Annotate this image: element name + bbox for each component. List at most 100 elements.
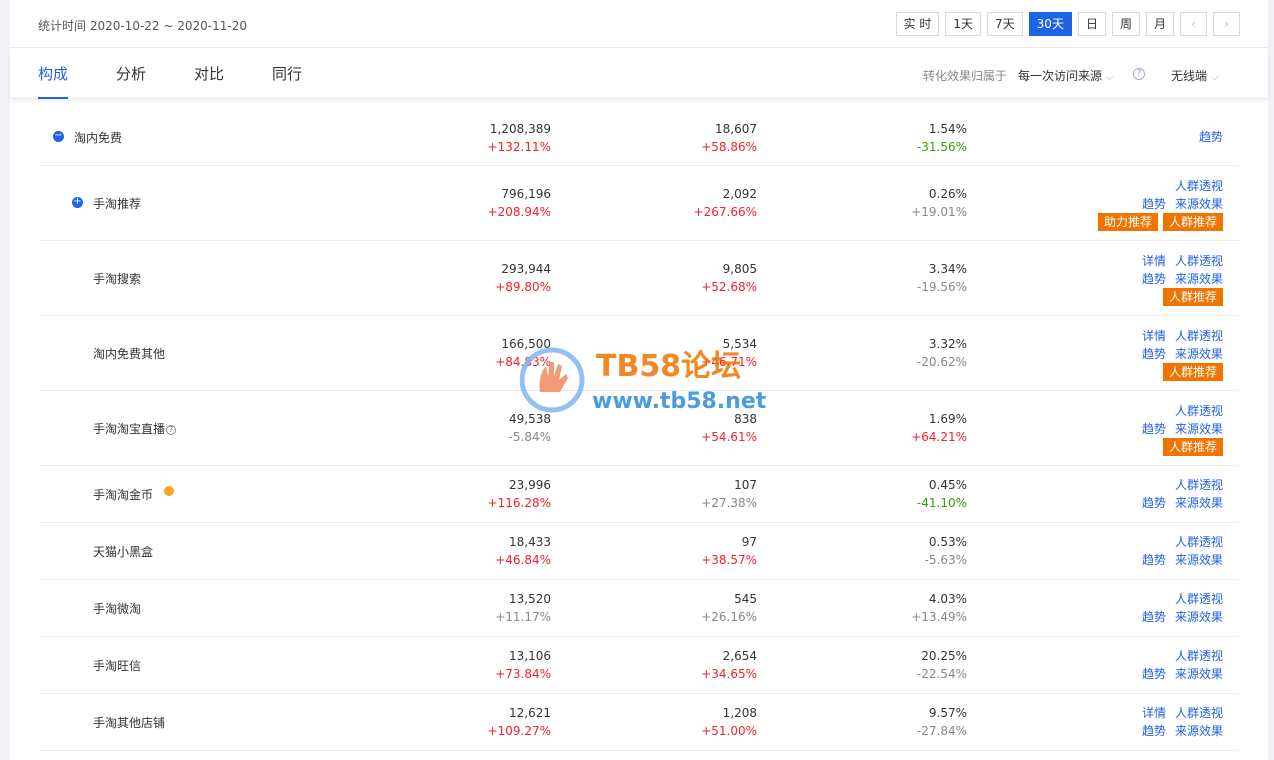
- tab-analysis[interactable]: 分析: [116, 49, 146, 99]
- visitors-cell: 1,208,389 +132.11%: [488, 120, 551, 156]
- crowd-recommend-button[interactable]: 人群推荐: [1162, 438, 1223, 456]
- visitors-value: 796,196: [501, 187, 551, 201]
- table-row: + 手淘推荐 796,196 +208.94% 2,092 +267.66% 0.2…: [40, 166, 1239, 241]
- table-row: 手淘其他店铺 12,621 +109.27% 1,208 +51.00% 9.57%…: [40, 694, 1239, 751]
- buyers-change: +46.71%: [701, 355, 757, 369]
- crowd-insight-link[interactable]: 人群透视: [1175, 592, 1223, 606]
- conversion-change: -27.84%: [916, 724, 967, 738]
- trend-link[interactable]: 趋势: [1142, 422, 1166, 436]
- help-icon[interactable]: ?: [1133, 68, 1145, 80]
- visitors-change: -5.84%: [508, 430, 551, 444]
- buyers-change: +58.86%: [701, 140, 757, 154]
- detail-link[interactable]: 详情: [1142, 329, 1166, 343]
- next-period-icon[interactable]: ›: [1213, 12, 1240, 36]
- source-effect-link[interactable]: 来源效果: [1175, 272, 1223, 286]
- crowd-insight-link[interactable]: 人群透视: [1175, 254, 1223, 268]
- tab-bar: 构成 分析 对比 同行 转化效果归属于 每一次访问来源 ⌵ ? 无线端 ⌵: [10, 49, 1268, 99]
- trend-link[interactable]: 趋势: [1142, 610, 1166, 624]
- crowd-recommend-button[interactable]: 人群推荐: [1162, 213, 1223, 231]
- detail-link[interactable]: 详情: [1142, 706, 1166, 720]
- trend-link[interactable]: 趋势: [1142, 272, 1166, 286]
- crowd-insight-link[interactable]: 人群透视: [1175, 179, 1223, 193]
- row-actions: 人群透视 趋势 来源效果: [1133, 476, 1223, 512]
- conversion-cell: 0.26% +19.01%: [911, 185, 967, 221]
- crowd-recommend-button[interactable]: 人群推荐: [1162, 363, 1223, 381]
- trend-link[interactable]: 趋势: [1142, 496, 1166, 510]
- buyers-cell: 1,208 +51.00%: [701, 704, 757, 740]
- trend-link[interactable]: 趋势: [1142, 347, 1166, 361]
- conversion-cell: 3.32% -20.62%: [917, 335, 967, 371]
- trend-link[interactable]: 趋势: [1142, 553, 1166, 567]
- crowd-insight-link[interactable]: 人群透视: [1175, 478, 1223, 492]
- source-effect-link[interactable]: 来源效果: [1175, 667, 1223, 681]
- tab-peers[interactable]: 同行: [272, 49, 302, 99]
- collapse-icon[interactable]: −: [53, 131, 64, 142]
- crowd-recommend-button[interactable]: 人群推荐: [1162, 288, 1223, 306]
- crowd-insight-link[interactable]: 人群透视: [1175, 404, 1223, 418]
- conversion-cell: 9.57% -27.84%: [917, 704, 967, 740]
- expand-icon[interactable]: +: [72, 197, 83, 208]
- visitors-value: 293,944: [501, 262, 551, 276]
- source-effect-link[interactable]: 来源效果: [1175, 197, 1223, 211]
- source-effect-link[interactable]: 来源效果: [1175, 347, 1223, 361]
- row-actions: 人群透视 趋势 来源效果 助力推荐 人群推荐: [1093, 177, 1223, 231]
- trend-link[interactable]: 趋势: [1142, 667, 1166, 681]
- table-row: 手淘淘宝直播? 49,538 -5.84% 838 +54.61% 1.69% +64…: [40, 391, 1239, 466]
- range-day-button[interactable]: 日: [1077, 12, 1106, 36]
- buyers-change: +54.61%: [701, 430, 757, 444]
- row-name: 手淘其他店铺: [93, 716, 166, 730]
- range-1day-button[interactable]: 1天: [945, 12, 982, 36]
- conversion-cell: 20.25% -22.54%: [917, 647, 967, 683]
- tabs: 构成 分析 对比 同行: [38, 49, 350, 99]
- trend-link[interactable]: 趋势: [1142, 724, 1166, 738]
- crowd-insight-link[interactable]: 人群透视: [1175, 706, 1223, 720]
- trend-link[interactable]: 趋势: [1142, 197, 1166, 211]
- crowd-insight-link[interactable]: 人群透视: [1175, 535, 1223, 549]
- source-effect-link[interactable]: 来源效果: [1175, 422, 1223, 436]
- conversion-change: -22.54%: [916, 667, 967, 681]
- conversion-value: 3.32%: [928, 337, 967, 351]
- device-select[interactable]: 无线端 ⌵: [1171, 67, 1219, 84]
- row-actions: 详情 人群透视 趋势 来源效果 人群推荐: [1133, 327, 1223, 381]
- range-7day-button[interactable]: 7天: [987, 12, 1023, 36]
- buyers-cell: 107 +27.38%: [701, 476, 757, 512]
- date-toolbar: 统计时间 2020-10-22 ~ 2020-11-20 实 时 1天 7天 3…: [10, 0, 1268, 48]
- row-name: 天猫小黑盒: [93, 545, 154, 559]
- tab-compare[interactable]: 对比: [194, 49, 224, 99]
- buyers-value: 5,534: [722, 337, 757, 351]
- visitors-change: +46.84%: [495, 553, 551, 567]
- source-effect-link[interactable]: 来源效果: [1175, 496, 1223, 510]
- source-effect-link[interactable]: 来源效果: [1175, 553, 1223, 567]
- range-30day-button[interactable]: 30天: [1028, 12, 1072, 36]
- device-select-value: 无线端: [1171, 69, 1208, 83]
- conversion-value: 4.03%: [928, 592, 967, 606]
- detail-link[interactable]: 详情: [1142, 254, 1166, 268]
- trend-link[interactable]: 趋势: [1199, 130, 1223, 144]
- range-month-button[interactable]: 月: [1145, 12, 1174, 36]
- source-effect-link[interactable]: 来源效果: [1175, 724, 1223, 738]
- attribution-select[interactable]: 每一次访问来源 ⌵: [1018, 67, 1114, 84]
- buyers-value: 9,805: [722, 262, 757, 276]
- conversion-change: -31.56%: [916, 140, 967, 154]
- range-week-button[interactable]: 周: [1111, 12, 1140, 36]
- question-icon[interactable]: ?: [166, 425, 177, 435]
- visitors-cell: 796,196 +208.94%: [488, 185, 551, 221]
- visitors-change: +84.83%: [495, 355, 551, 369]
- visitors-value: 13,520: [509, 592, 551, 606]
- conversion-change: +19.01%: [911, 205, 967, 219]
- crowd-insight-link[interactable]: 人群透视: [1175, 329, 1223, 343]
- conversion-cell: 1.69% +64.21%: [911, 410, 967, 446]
- crowd-insight-link[interactable]: 人群透视: [1175, 649, 1223, 663]
- tab-composition[interactable]: 构成: [38, 49, 69, 99]
- buyers-value: 107: [734, 478, 757, 492]
- visitors-cell: 18,433 +46.84%: [495, 533, 551, 569]
- buyers-value: 2,654: [722, 649, 757, 663]
- table-row: 手淘旺信 13,106 +73.84% 2,654 +34.65% 20.25% -2…: [40, 637, 1239, 694]
- boost-recommend-button[interactable]: 助力推荐: [1097, 213, 1158, 231]
- visitors-cell: 166,500 +84.83%: [495, 335, 551, 371]
- table-row: 手淘淘金币 23,996 +116.28% 107 +27.38% 0.45% -41…: [40, 466, 1239, 523]
- buyers-cell: 9,805 +52.68%: [701, 260, 757, 296]
- prev-period-icon[interactable]: ‹: [1180, 12, 1207, 36]
- source-effect-link[interactable]: 来源效果: [1175, 610, 1223, 624]
- range-realtime-button[interactable]: 实 时: [895, 12, 940, 36]
